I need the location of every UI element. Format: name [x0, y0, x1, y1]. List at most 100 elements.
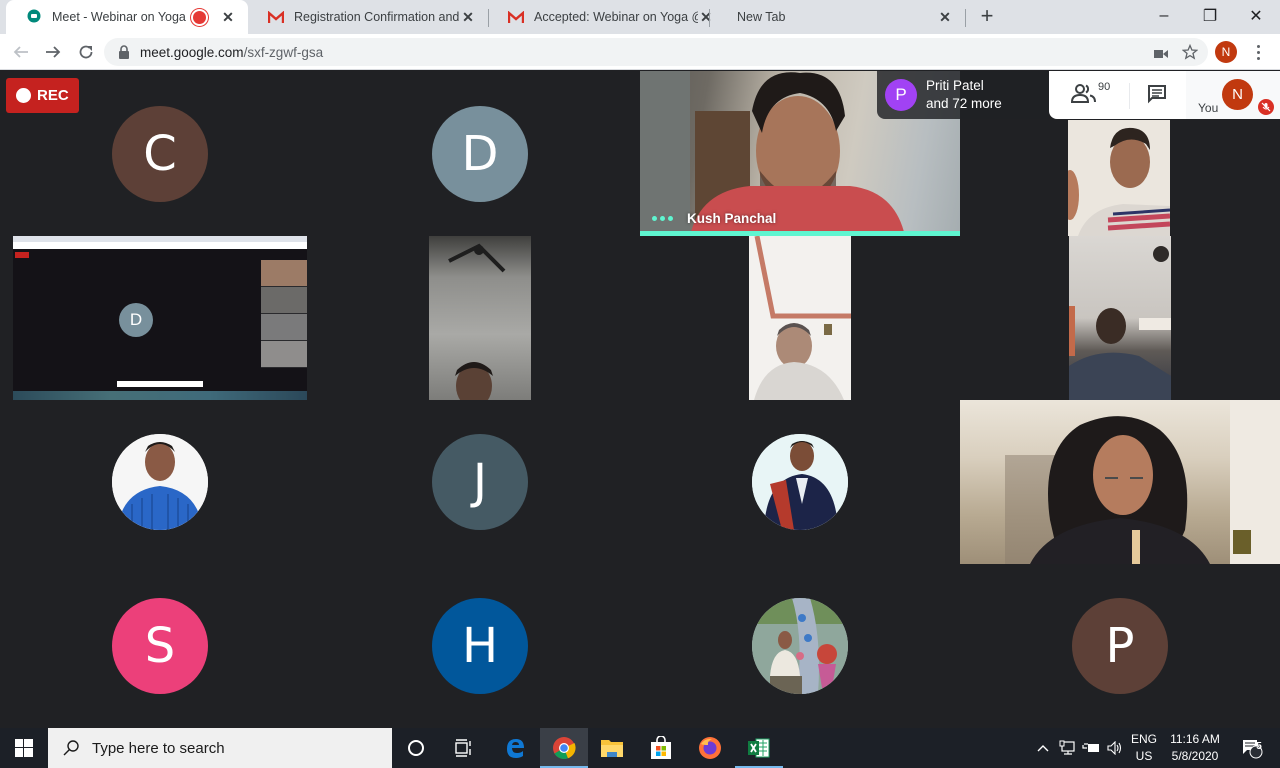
avatar-initial: J [472, 454, 488, 510]
avatar-initial: D [461, 126, 499, 182]
participant-avatar[interactable]: J [432, 434, 528, 530]
participant-video[interactable] [429, 236, 531, 400]
participant-photo-avatar[interactable] [752, 434, 848, 530]
start-button[interactable] [0, 728, 48, 768]
video-frame-art [1069, 246, 1171, 400]
region-code: US [1135, 749, 1153, 763]
tab-meet[interactable]: Meet - Webinar on Yoga ✕ [6, 0, 248, 34]
record-dot-icon [16, 88, 31, 103]
profile-photo [752, 598, 848, 694]
input-language-button[interactable]: ENG US [1128, 728, 1160, 768]
browser-menu-icon[interactable] [1250, 40, 1266, 64]
you-label: You [1198, 101, 1219, 115]
firefox-button[interactable] [686, 728, 734, 768]
meeting-controls-panel: 90 You N [1049, 71, 1280, 119]
chrome-button[interactable] [540, 728, 588, 768]
participant-avatar[interactable]: H [432, 598, 528, 694]
clock-time: 11:16 AM [1170, 732, 1220, 746]
google-meet-icon [26, 9, 42, 25]
show-hidden-icons-button[interactable] [1032, 728, 1054, 768]
avatar-initial: C [143, 126, 177, 182]
chat-button[interactable] [1147, 84, 1167, 109]
task-view-button[interactable] [440, 728, 488, 768]
action-center-button[interactable]: 5 [1232, 728, 1272, 768]
tab-title: Registration Confirmation and Re [294, 10, 460, 24]
forward-button[interactable] [41, 40, 65, 64]
close-window-button[interactable]: ✕ [1233, 0, 1279, 32]
participant-avatar[interactable]: D [432, 106, 528, 202]
profile-avatar[interactable]: N [1215, 41, 1237, 63]
video-frame-art [754, 236, 851, 400]
tab-accepted[interactable]: Accepted: Webinar on Yoga @ Fr ✕ [488, 0, 726, 34]
participant-video[interactable] [1069, 236, 1171, 400]
restore-button[interactable]: ❐ [1187, 0, 1233, 32]
address-bar[interactable]: meet.google.com/sxf-zgwf-gsa [104, 38, 1208, 66]
lock-icon [119, 45, 129, 59]
recording-badge: REC [6, 78, 79, 113]
shared-taskbar [13, 391, 307, 400]
participant-photo-avatar[interactable] [112, 434, 208, 530]
battery-button[interactable] [1080, 728, 1102, 768]
participant-video[interactable] [1068, 120, 1170, 236]
participants-button[interactable]: 90 [1071, 81, 1110, 103]
participant-avatar[interactable]: P [1072, 598, 1168, 694]
clock-button[interactable]: 11:16 AM 5/8/2020 [1164, 728, 1226, 768]
close-tab-icon[interactable]: ✕ [220, 9, 236, 25]
recording-indicator-icon [193, 10, 206, 24]
close-tab-icon[interactable]: ✕ [698, 9, 714, 25]
tab-registration[interactable]: Registration Confirmation and Re ✕ [248, 0, 488, 34]
participant-avatar[interactable]: C [112, 106, 208, 202]
network-button[interactable] [1056, 728, 1078, 768]
firefox-icon [699, 737, 721, 759]
presenter-chip[interactable]: P Priti Patel and 72 more [877, 71, 1049, 119]
participant-video[interactable] [960, 400, 1280, 564]
tab-separator [965, 9, 966, 27]
excel-button[interactable] [735, 728, 783, 768]
file-explorer-button[interactable] [588, 728, 636, 768]
screen-share-tile[interactable]: D [13, 236, 307, 400]
divider [1129, 83, 1130, 109]
participant-photo-avatar[interactable] [752, 598, 848, 694]
minimize-button[interactable]: – [1141, 0, 1187, 32]
tab-title: New Tab [737, 10, 786, 24]
shared-snackbar [117, 381, 203, 387]
gmail-icon [268, 9, 284, 25]
cortana-button[interactable] [392, 728, 440, 768]
close-tab-icon[interactable]: ✕ [937, 9, 953, 25]
clock-date: 5/8/2020 [1171, 749, 1219, 763]
participant-name-tag: Kush Panchal [652, 211, 776, 226]
task-view-icon [455, 739, 471, 757]
self-view-button[interactable]: You N [1186, 71, 1280, 119]
chevron-up-icon [1037, 745, 1049, 752]
tab-separator [709, 9, 710, 27]
browser-toolbar: meet.google.com/sxf-zgwf-gsa [0, 34, 1280, 70]
participant-video[interactable] [749, 236, 851, 400]
shared-participant-avatar: D [119, 303, 153, 337]
people-icon [1071, 84, 1096, 103]
edge-icon [507, 739, 524, 758]
taskbar-search-box[interactable]: Type here to search [48, 728, 392, 768]
close-tab-icon[interactable]: ✕ [460, 9, 476, 25]
shared-rec-badge [15, 252, 29, 258]
video-frame-art [448, 243, 506, 400]
edge-button[interactable] [491, 728, 539, 768]
self-avatar: N [1222, 79, 1253, 110]
windows-logo-icon [15, 739, 33, 757]
bookmark-star-icon[interactable] [1181, 43, 1199, 65]
presenter-more: and 72 more [926, 96, 1002, 111]
folder-icon [601, 740, 623, 757]
arrow-left-icon [13, 46, 28, 58]
video-frame-art [1068, 120, 1170, 236]
back-button[interactable] [9, 40, 33, 64]
camera-in-use-icon[interactable] [1154, 46, 1168, 64]
participant-avatar[interactable]: S [112, 598, 208, 694]
search-placeholder: Type here to search [92, 739, 225, 757]
tab-new-tab[interactable]: New Tab ✕ [717, 0, 965, 34]
url-text: meet.google.com/sxf-zgwf-gsa [140, 44, 324, 60]
reload-button[interactable] [74, 40, 98, 64]
battery-charging-icon [1082, 743, 1099, 752]
language-code: ENG [1130, 732, 1157, 746]
microsoft-store-button[interactable] [637, 728, 685, 768]
new-tab-button[interactable]: + [976, 5, 998, 27]
volume-button[interactable] [1104, 728, 1126, 768]
